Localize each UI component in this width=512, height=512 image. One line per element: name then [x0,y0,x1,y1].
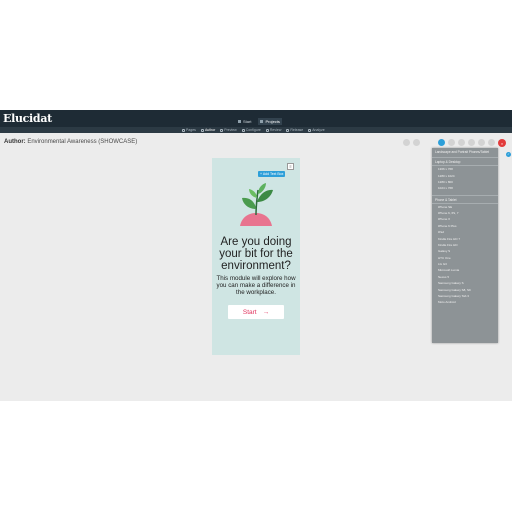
top-nav-projects[interactable]: Projects [258,118,282,125]
sub-nav-preview-label: Preview [224,128,237,132]
left-leaf [242,197,256,209]
top-nav-start[interactable]: Start [236,118,253,125]
sub-nav-author[interactable]: Author [200,128,216,132]
plant-stem [255,189,259,216]
sub-nav-preview[interactable]: Preview [220,128,237,132]
save-icon[interactable] [448,139,455,146]
add-icon[interactable] [468,139,475,146]
left-leaf-small [249,189,257,198]
card-menu-icon[interactable]: ≡ [287,163,294,170]
settings-icon[interactable] [478,139,485,146]
project-name: Environmental Awareness (SHOWCASE) [27,139,138,145]
sub-nav-configure[interactable]: Configure [241,128,261,132]
sub-nav-pages-label: Pages [186,128,196,132]
chart-icon [308,128,312,132]
author-label: Author: [4,139,26,145]
dropdown-section-title: Phone & Tablet [432,194,498,204]
dropdown-item[interactable]: 1024 x 768 [432,185,498,191]
layers-icon[interactable] [458,139,465,146]
top-nav-start-label: Start [243,119,252,124]
dropdown-item[interactable]: Moto Android [432,299,498,305]
sub-nav-release[interactable]: Release [286,128,303,132]
sub-nav-author-label: Author [204,128,216,132]
sub-nav-pages[interactable]: Pages [182,128,196,132]
arrow-right-icon: → [262,308,270,316]
eye-icon [220,128,224,132]
sub-nav-review[interactable]: Review [265,128,282,132]
gear-icon [241,128,245,132]
sub-nav-review-label: Review [269,128,282,132]
help-icon[interactable] [488,139,495,146]
card-body-text: This module will explore how you can mak… [216,275,296,296]
sub-nav-configure-label: Configure [245,128,261,132]
chat-icon [265,128,269,132]
sub-nav: Pages Author Preview Configure Review Re… [182,128,325,132]
sub-nav-release-label: Release [290,128,304,132]
top-nav: Start Projects [236,118,282,125]
start-button[interactable]: Start → [228,305,284,319]
redo-icon[interactable] [413,139,420,146]
add-text-box-button[interactable]: + Add Text Box [258,171,286,177]
pencil-icon [200,128,204,132]
card-heading: Are you doing your bit for the environme… [219,236,293,272]
status-check-icon: ✓ [506,152,511,157]
plant-illustration [240,183,273,226]
cloud-icon [286,128,290,132]
top-nav-projects-label: Projects [265,119,280,124]
sub-nav-analyze[interactable]: Analyze [308,128,325,132]
dropdown-header[interactable]: Landscape and Portrait Phones/Tablet [432,148,498,158]
dropdown-section-title: Laptop & Desktop [432,158,498,166]
elucidat-logo[interactable]: Elucidat [3,112,52,125]
author-toolbar: × [403,139,506,147]
device-preview-dropdown: Landscape and Portrait Phones/Tablet Lap… [432,148,498,343]
toolbar-spacer [423,139,435,146]
pages-icon [182,128,185,132]
sub-nav-analyze-label: Analyze [312,128,325,132]
start-button-label: Start [242,308,257,316]
home-icon [238,120,241,123]
page-title: Author: Environmental Awareness (SHOWCAS… [4,139,137,145]
device-preview-icon[interactable] [438,139,445,146]
grid-icon [260,120,264,123]
close-icon[interactable]: × [498,139,506,147]
dropdown-header-line: Landscape and Portrait Phones/Tablet [435,150,490,154]
undo-icon[interactable] [403,139,410,146]
